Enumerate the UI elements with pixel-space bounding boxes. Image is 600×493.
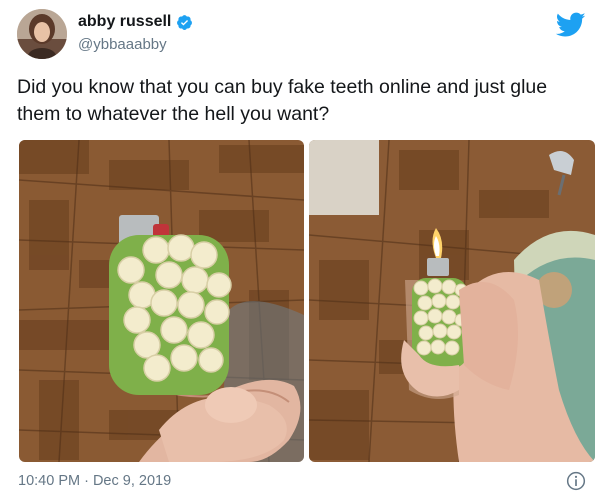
twitter-bird-icon[interactable] <box>556 12 586 38</box>
author-name-row[interactable]: abby russell <box>78 13 193 31</box>
left-photo[interactable] <box>19 140 304 462</box>
verified-badge-icon <box>177 14 193 30</box>
tweet-card: abby russell @ybbaaabby Did you know tha… <box>0 0 600 493</box>
avatar[interactable] <box>17 9 67 59</box>
info-icon[interactable] <box>566 471 586 491</box>
right-photo-image <box>309 140 595 462</box>
left-photo-image <box>19 140 304 462</box>
tweet-text: Did you know that you can buy fake teeth… <box>17 76 548 125</box>
handle[interactable]: @ybbaaabby <box>78 36 167 53</box>
display-name[interactable]: abby russell <box>78 13 171 31</box>
right-photo[interactable] <box>309 140 595 462</box>
avatar-image <box>17 9 67 59</box>
timestamp[interactable]: 10:40 PM · Dec 9, 2019 <box>18 473 171 489</box>
